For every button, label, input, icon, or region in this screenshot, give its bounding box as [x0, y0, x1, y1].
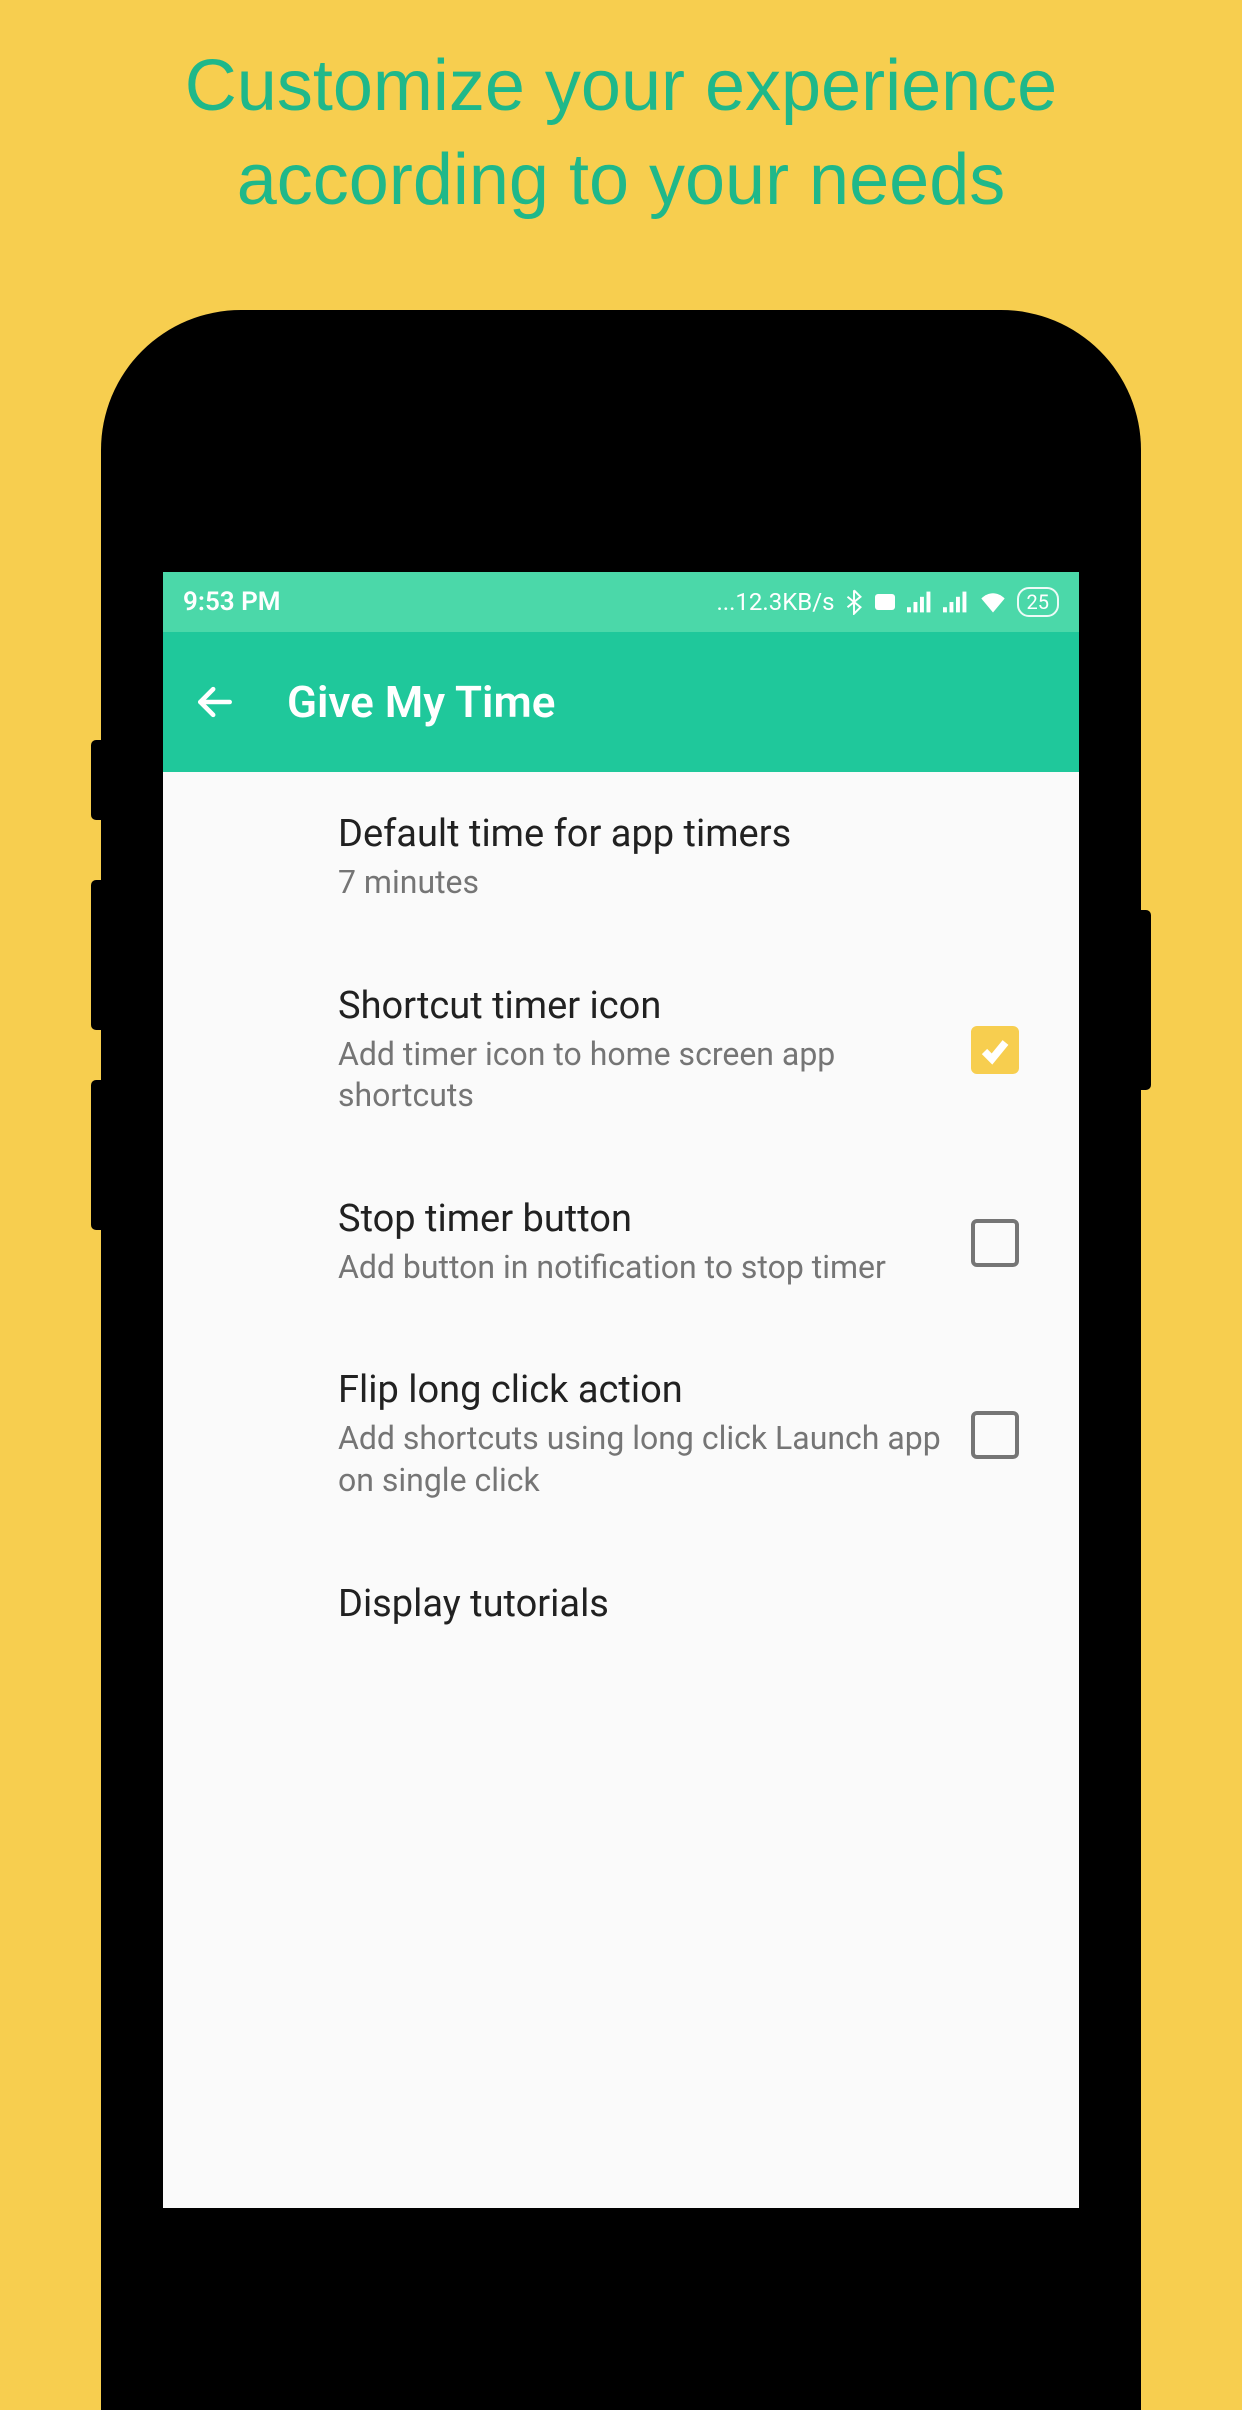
phone-frame: 9:53 PM ...12.3KB/s	[101, 310, 1141, 2410]
setting-title: Display tutorials	[338, 1582, 1039, 1626]
promo-headline: Customize your experience according to y…	[0, 0, 1242, 227]
phone-side-button	[91, 740, 101, 820]
setting-flip-click[interactable]: Flip long click action Add shortcuts usi…	[163, 1328, 1079, 1541]
settings-list: Default time for app timers 7 minutes Sh…	[163, 772, 1079, 1672]
volte-icon	[873, 590, 897, 614]
setting-title: Flip long click action	[338, 1368, 941, 1412]
setting-subtitle: Add button in notification to stop timer	[338, 1247, 941, 1289]
setting-title: Stop timer button	[338, 1197, 941, 1241]
phone-volume-up	[91, 880, 101, 1030]
phone-volume-down	[91, 1080, 101, 1230]
setting-subtitle: Add timer icon to home screen app shortc…	[338, 1034, 941, 1117]
back-button[interactable]	[193, 680, 237, 724]
setting-default-timer[interactable]: Default time for app timers 7 minutes	[163, 772, 1079, 944]
setting-shortcut-icon[interactable]: Shortcut timer icon Add timer icon to ho…	[163, 944, 1079, 1157]
app-title: Give My Time	[287, 676, 555, 728]
checkbox-stop-button[interactable]	[971, 1219, 1019, 1267]
bluetooth-icon	[845, 589, 863, 615]
app-bar: Give My Time	[163, 632, 1079, 772]
signal-icon-1	[907, 591, 933, 613]
wifi-icon	[979, 591, 1007, 613]
setting-title: Default time for app timers	[338, 812, 1039, 856]
promo-line-1: Customize your experience	[185, 46, 1057, 126]
setting-stop-button[interactable]: Stop timer button Add button in notifica…	[163, 1157, 1079, 1329]
battery-indicator: 25	[1017, 587, 1059, 617]
status-icons: ...12.3KB/s	[716, 587, 1059, 617]
setting-display-tutorials[interactable]: Display tutorials	[163, 1542, 1079, 1672]
checkbox-flip-click[interactable]	[971, 1411, 1019, 1459]
status-bar: 9:53 PM ...12.3KB/s	[163, 572, 1079, 632]
setting-title: Shortcut timer icon	[338, 984, 941, 1028]
promo-line-2: according to your needs	[237, 140, 1005, 220]
setting-subtitle: Add shortcuts using long click Launch ap…	[338, 1418, 941, 1501]
phone-screen: 9:53 PM ...12.3KB/s	[163, 572, 1079, 2208]
setting-subtitle: 7 minutes	[338, 862, 1039, 904]
checkbox-shortcut-icon[interactable]	[971, 1026, 1019, 1074]
status-time: 9:53 PM	[183, 587, 281, 617]
phone-power-button	[1141, 910, 1151, 1090]
data-rate: ...12.3KB/s	[716, 588, 834, 616]
signal-icon-2	[943, 591, 969, 613]
